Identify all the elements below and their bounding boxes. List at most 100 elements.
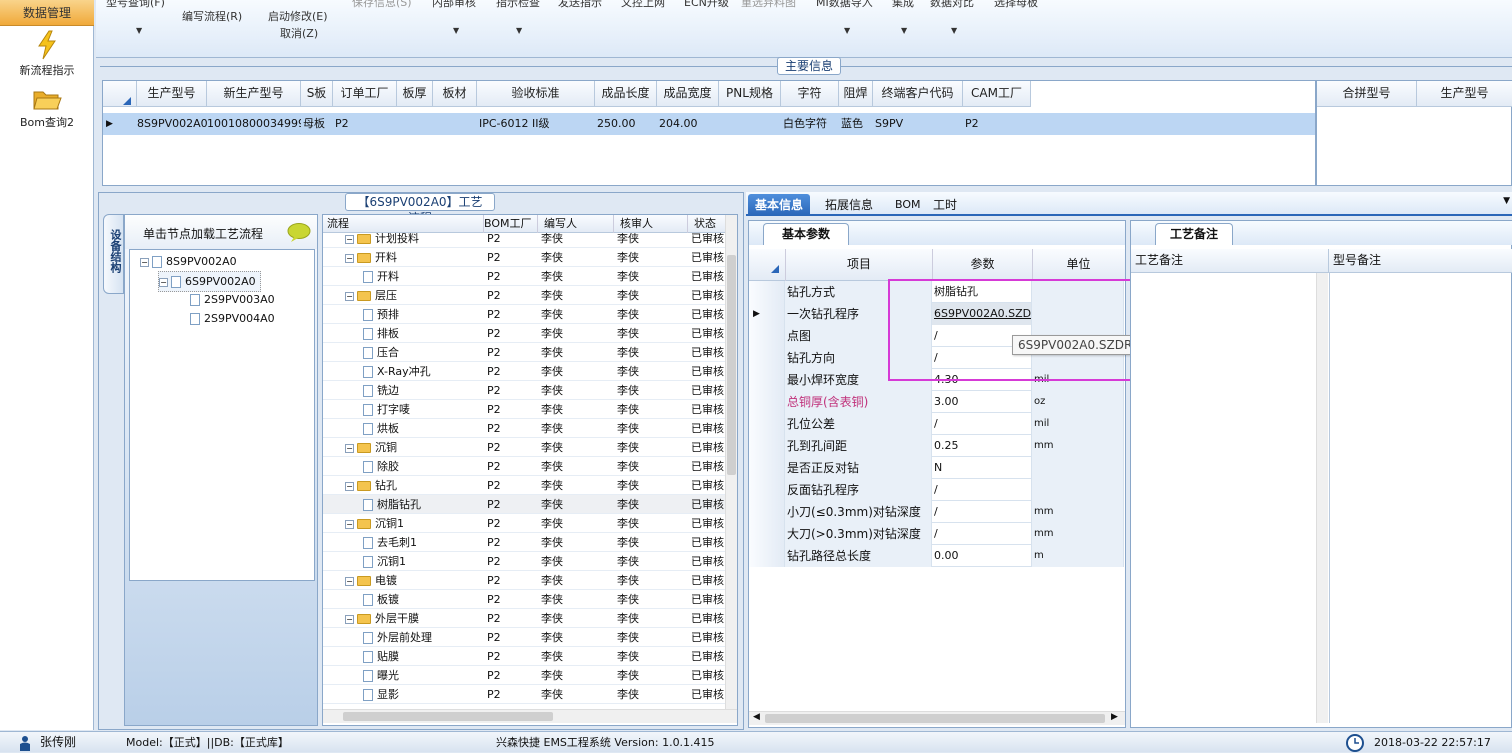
main-cell[interactable] [399,113,435,135]
chevron-down-icon[interactable]: ▼ [136,26,142,35]
flow-hscroll[interactable] [323,709,737,723]
merge-col-header[interactable]: 生产型号 [1417,81,1512,107]
main-col-header[interactable]: S板 [301,81,333,107]
scroll-thumb[interactable] [765,714,1105,723]
tree-node[interactable]: 2S9PV004A0 [190,309,275,328]
toolbar-reselect[interactable]: 重选弃料图 [741,0,796,10]
params-hscroll[interactable]: ◀ ▶ [749,711,1125,725]
main-cell[interactable]: 10010800034999 [207,113,301,135]
flow-row[interactable]: − 计划投料 P2 李侠 李侠 已审核 [323,233,727,248]
scroll-thumb[interactable] [343,712,553,721]
param-value[interactable]: / [932,479,1032,501]
main-col-header[interactable]: 成品宽度 [657,81,719,107]
tree-node[interactable]: 2S9PV003A0 [190,290,275,309]
tree-node[interactable]: −8S9PV002A0 [140,252,237,271]
row-header[interactable] [749,413,785,435]
row-header[interactable] [749,545,785,567]
param-value[interactable]: 0.25 [932,435,1032,457]
flow-row[interactable]: 除胶 P2 李侠 李侠 已审核 [323,457,727,476]
chevron-down-icon[interactable]: ▼ [844,26,850,35]
flow-row[interactable]: 沉铜1 P2 李侠 李侠 已审核 [323,552,727,571]
tab-extended-info[interactable]: 拓展信息 [818,194,880,216]
main-col-header[interactable]: 阻焊 [839,81,873,107]
toolbar-integrate[interactable]: 集成 [892,0,914,10]
flow-col-header[interactable]: BOM工厂 [483,215,537,233]
tab-work-hours[interactable]: 工时 [926,194,964,216]
row-header[interactable] [749,457,785,479]
flow-row[interactable]: − 开料 P2 李侠 李侠 已审核 [323,248,727,267]
flow-row[interactable]: − 层压 P2 李侠 李侠 已审核 [323,286,727,305]
toolbar-save-info[interactable]: 保存信息(S) [352,0,412,10]
main-col-header[interactable]: PNL规格 [719,81,781,107]
param-value[interactable]: / [932,413,1032,435]
param-value[interactable]: / [932,501,1032,523]
row-header[interactable] [749,501,785,523]
collapse-icon[interactable]: − [345,519,354,529]
row-header[interactable] [749,523,785,545]
main-cell[interactable]: 250.00 [597,113,659,135]
toolbar-internal-review[interactable]: 内部审核 [432,0,476,10]
collapse-icon[interactable]: − [345,576,354,586]
flow-col-header[interactable]: 流程 [327,215,349,233]
flow-row[interactable]: − 外层干膜 P2 李侠 李侠 已审核 [323,609,727,628]
main-cell[interactable]: 母板 [303,113,335,135]
tree-node-selected[interactable]: −6S9PV002A0 [158,271,261,292]
nav-new-flow-button[interactable]: 新流程指示 [0,30,94,78]
main-col-header[interactable]: 生产型号 [137,81,207,107]
flow-row[interactable]: 外层前处理 P2 李侠 李侠 已审核 [323,628,727,647]
scroll-right-icon[interactable]: ▶ [1111,712,1118,722]
chevron-down-icon[interactable]: ▼ [901,26,907,35]
flow-row[interactable]: 树脂钻孔 P2 李侠 李侠 已审核 [323,495,727,514]
collapse-icon[interactable]: − [345,253,354,263]
notes-vscroll[interactable] [1316,273,1328,723]
flow-row[interactable]: − 沉铜 P2 李侠 李侠 已审核 [323,438,727,457]
chevron-down-icon[interactable]: ▼ [516,26,522,35]
flow-col-header[interactable]: 状态 [687,215,727,233]
param-row[interactable]: 孔位公差 / mil [749,413,1124,435]
main-col-header[interactable]: 终端客户代码 [873,81,963,107]
flow-vscroll[interactable] [725,215,737,709]
basic-params-title[interactable]: 基本参数 [763,223,849,245]
notes-col-header[interactable]: 型号备注 [1329,249,1512,273]
toolbar-compare[interactable]: 数据对比 [930,0,974,10]
notes-col-header[interactable]: 工艺备注 [1131,249,1329,273]
flow-row[interactable]: 烘板 P2 李侠 李侠 已审核 [323,419,727,438]
collapse-icon[interactable]: − [159,277,168,287]
flow-row[interactable]: 铣边 P2 李侠 李侠 已审核 [323,381,727,400]
param-value[interactable]: N [932,457,1032,479]
main-cell[interactable]: IPC-6012 II级 [479,113,597,135]
main-cell[interactable] [721,113,783,135]
merge-col-header[interactable]: 合拼型号 [1317,81,1417,107]
flow-row[interactable]: 打字唛 P2 李侠 李侠 已审核 [323,400,727,419]
chevron-down-icon[interactable]: ▼ [453,26,459,35]
flow-row[interactable]: 开料 P2 李侠 李侠 已审核 [323,267,727,286]
flow-row[interactable]: − 钻孔 P2 李侠 李侠 已审核 [323,476,727,495]
scroll-thumb[interactable] [727,255,736,475]
param-row[interactable]: 小刀(≤0.3mm)对钻深度 / mm [749,501,1124,523]
flow-row[interactable]: 曝光 P2 李侠 李侠 已审核 [323,666,727,685]
toolbar-model-query[interactable]: 型号查询(F) [106,0,165,10]
param-row[interactable]: 大刀(>0.3mm)对钻深度 / mm [749,523,1124,545]
flow-col-header[interactable]: 核审人 [613,215,687,233]
collapse-icon[interactable]: − [345,481,354,491]
tab-bom[interactable]: BOM [888,194,928,216]
main-cell[interactable]: P2 [335,113,399,135]
main-col-header[interactable]: 成品长度 [595,81,657,107]
flow-row[interactable]: X-Ray冲孔 P2 李侠 李侠 已审核 [323,362,727,381]
row-header[interactable] [749,369,785,391]
scroll-left-icon[interactable]: ◀ [753,712,760,722]
chevron-down-icon[interactable]: ▼ [1503,196,1510,206]
flow-row[interactable]: 预排 P2 李侠 李侠 已审核 [323,305,727,324]
collapse-icon[interactable]: − [345,291,354,301]
flow-row[interactable]: 显影 P2 李侠 李侠 已审核 [323,685,727,704]
param-row[interactable]: 总铜厚(含表铜) 3.00 oz [749,391,1124,413]
main-cell[interactable]: 204.00 [659,113,721,135]
row-header[interactable] [749,347,785,369]
collapse-icon[interactable]: − [345,443,354,453]
toolbar-doc-online[interactable]: 文控上网 [621,0,665,10]
chevron-down-icon[interactable]: ▼ [951,26,957,35]
collapse-icon[interactable]: − [345,234,354,244]
param-col-header[interactable]: 参数 [932,249,1032,281]
param-row[interactable]: 钻孔路径总长度 0.00 m [749,545,1124,567]
main-col-header[interactable]: 订单工厂 [333,81,397,107]
